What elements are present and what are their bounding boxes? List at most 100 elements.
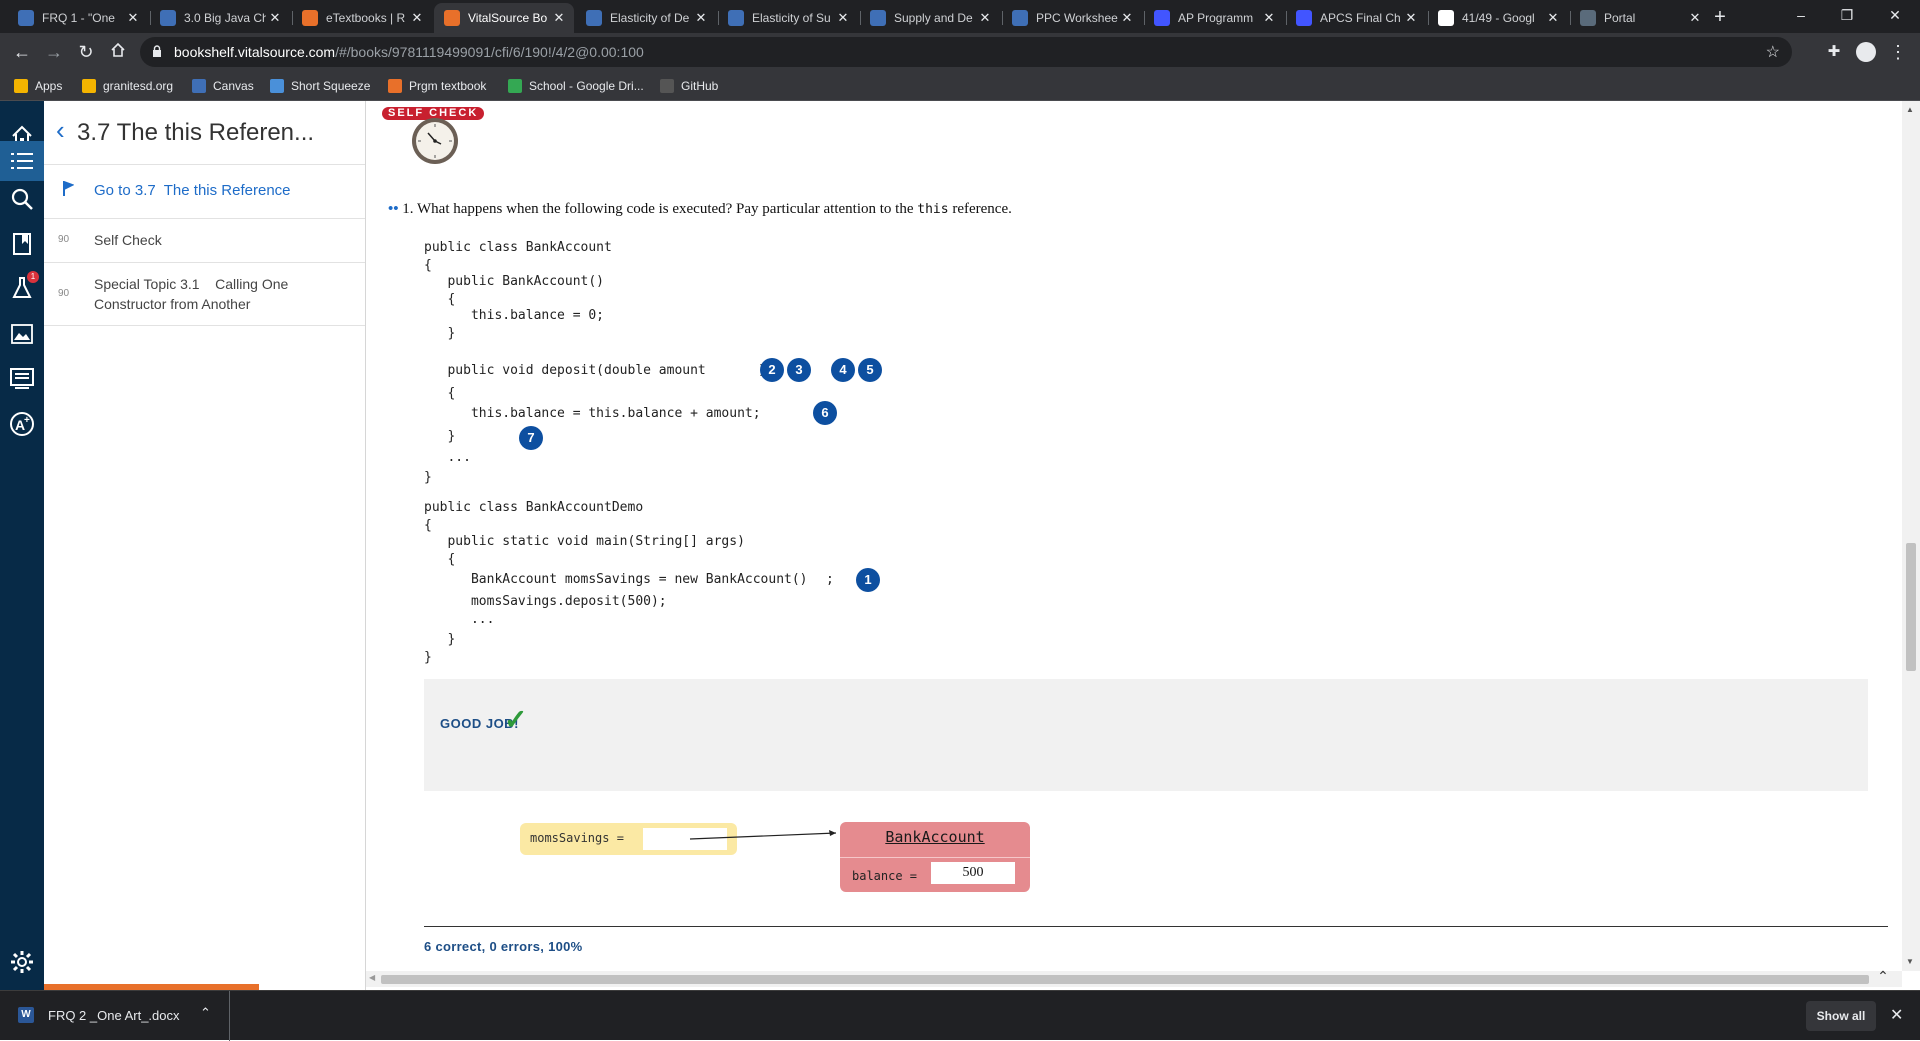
search-icon[interactable]: [7, 184, 37, 214]
bookmark-item[interactable]: Canvas: [192, 77, 254, 95]
code-line: ...: [424, 450, 471, 465]
reload-button[interactable]: ↻: [72, 38, 100, 66]
execution-step-button[interactable]: 6: [813, 401, 837, 425]
new-tab-button[interactable]: +: [1708, 5, 1732, 29]
tab-separator: [1428, 11, 1429, 25]
reader-icon-rail: 1 A +: [0, 101, 44, 990]
tab-close-icon[interactable]: ✕: [1544, 10, 1562, 26]
horizontal-scrollbar[interactable]: ◀: [366, 971, 1902, 987]
scroll-left-arrow-icon[interactable]: ◀: [369, 973, 375, 982]
home-icon: [111, 42, 125, 57]
notification-badge: 1: [27, 271, 39, 283]
bookmark-icon: [388, 79, 402, 93]
code-line: this.balance = this.balance + amount;: [424, 406, 761, 421]
address-bar[interactable]: bookshelf.vitalsource.com/#/books/978111…: [140, 37, 1792, 67]
browser-menu-icon[interactable]: ⋮: [1884, 38, 1912, 66]
code-line: public class BankAccountDemo: [424, 500, 644, 515]
browser-tab[interactable]: PPC Workshee ✕: [1002, 3, 1142, 33]
notes-icon[interactable]: [7, 364, 37, 394]
browser-tab[interactable]: Elasticity of Su ✕: [718, 3, 858, 33]
tab-close-icon[interactable]: ✕: [124, 10, 142, 26]
home-button[interactable]: [104, 38, 132, 66]
tab-close-icon[interactable]: ✕: [1686, 10, 1704, 26]
bookmark-item[interactable]: granitesd.org: [82, 77, 173, 95]
close-window-button[interactable]: ✕: [1872, 0, 1918, 30]
back-button[interactable]: ←: [8, 38, 36, 66]
tab-close-icon[interactable]: ✕: [1260, 10, 1278, 26]
browser-tab[interactable]: Portal ✕: [1570, 3, 1710, 33]
canvas-icon: [728, 10, 744, 26]
tab-close-icon[interactable]: ✕: [550, 10, 568, 26]
tab-close-icon[interactable]: ✕: [266, 10, 284, 26]
download-item[interactable]: W FRQ 2 _One Art_.docx ⌃: [0, 991, 230, 1041]
tab-title: 3.0 Big Java Ch: [184, 11, 266, 25]
browser-tab[interactable]: Supply and De ✕: [860, 3, 1000, 33]
lock-icon: [153, 45, 161, 57]
vitalsource-icon: [302, 10, 318, 26]
execution-step-button[interactable]: 5: [858, 358, 882, 382]
execution-step-button[interactable]: 2: [760, 358, 784, 382]
settings-gear-icon[interactable]: [7, 947, 37, 977]
tab-separator: [1144, 11, 1145, 25]
accessibility-icon[interactable]: A +: [7, 409, 37, 439]
bookmark-item[interactable]: GitHub: [660, 77, 718, 95]
tab-close-icon[interactable]: ✕: [834, 10, 852, 26]
close-shelf-icon[interactable]: ✕: [1890, 1005, 1903, 1025]
scroll-to-top-icon[interactable]: ⌃: [1866, 968, 1900, 986]
scroll-down-arrow-icon[interactable]: ▼: [1906, 957, 1914, 966]
browser-tab[interactable]: FRQ 1 - "One ✕: [8, 3, 148, 33]
execution-step-button[interactable]: 1: [856, 568, 880, 592]
quizlet-icon: [1296, 10, 1312, 26]
toc-item-label: Self Check: [94, 232, 162, 248]
toc-item-special-topic[interactable]: 90 Special Topic 3.1 Calling One Constru…: [44, 263, 365, 326]
bookmark-label: GitHub: [681, 79, 719, 93]
browser-tab[interactable]: eTextbooks | R ✕: [292, 3, 432, 33]
toc-item-self-check[interactable]: 90 Self Check: [44, 219, 365, 263]
tab-close-icon[interactable]: ✕: [408, 10, 426, 26]
browser-tab[interactable]: 3.0 Big Java Ch ✕: [150, 3, 290, 33]
restore-button[interactable]: ❐: [1824, 0, 1870, 30]
code-line: ;: [826, 572, 834, 587]
horizontal-scroll-thumb[interactable]: [381, 975, 1869, 984]
flashcards-icon[interactable]: 1: [7, 271, 39, 303]
tab-close-icon[interactable]: ✕: [976, 10, 994, 26]
vertical-scrollbar[interactable]: ▲ ▼: [1902, 101, 1920, 971]
bookmark-item[interactable]: School - Google Dri...: [508, 77, 644, 95]
code-line: this.balance = 0;: [424, 308, 605, 323]
figures-icon[interactable]: [7, 319, 37, 349]
profile-avatar[interactable]: [1852, 38, 1880, 66]
tab-close-icon[interactable]: ✕: [1402, 10, 1420, 26]
bookmarks-icon[interactable]: [7, 229, 37, 259]
execution-step-button[interactable]: 3: [787, 358, 811, 382]
bookmark-item[interactable]: Apps: [14, 77, 62, 95]
browser-tab[interactable]: Elasticity of De ✕: [576, 3, 716, 33]
bookmark-item[interactable]: Short Squeeze: [270, 77, 370, 95]
chevron-up-icon[interactable]: ⌃: [200, 1005, 211, 1021]
show-all-button[interactable]: Show all: [1806, 1001, 1876, 1031]
feedback-box: GOOD JOB! ✓: [424, 679, 1868, 791]
minimize-button[interactable]: –: [1778, 0, 1824, 30]
vertical-scroll-thumb[interactable]: [1906, 543, 1916, 671]
browser-tab[interactable]: VitalSource Bo ✕: [434, 3, 574, 33]
bookmark-item[interactable]: Prgm textbook: [388, 77, 486, 95]
table-of-contents-icon[interactable]: [0, 141, 44, 181]
bookmark-star-icon[interactable]: ☆: [1766, 42, 1780, 62]
tab-close-icon[interactable]: ✕: [692, 10, 710, 26]
browser-tab[interactable]: AP Programm ✕: [1144, 3, 1284, 33]
toc-back-chevron-icon[interactable]: ‹: [56, 115, 65, 146]
forward-button[interactable]: →: [40, 38, 68, 66]
extensions-icon[interactable]: ✚: [1820, 38, 1848, 66]
browser-tab[interactable]: 41/49 - Googl ✕: [1428, 3, 1568, 33]
tab-separator: [1286, 11, 1287, 25]
browser-tab[interactable]: APCS Final Ch ✕: [1286, 3, 1426, 33]
object-class-name: BankAccount: [885, 828, 985, 846]
execution-step-button[interactable]: 7: [519, 426, 543, 450]
tab-close-icon[interactable]: ✕: [1118, 10, 1136, 26]
canvas-icon: [870, 10, 886, 26]
code-line: public BankAccount(): [424, 274, 605, 289]
execution-step-button[interactable]: 4: [831, 358, 855, 382]
book-content: SELF CHECK •• 1. What happens when the f…: [366, 101, 1902, 970]
tab-title: 41/49 - Googl: [1462, 11, 1535, 25]
toc-goto-link[interactable]: Go to 3.7 The this Reference: [44, 164, 365, 219]
scroll-up-arrow-icon[interactable]: ▲: [1906, 105, 1914, 114]
